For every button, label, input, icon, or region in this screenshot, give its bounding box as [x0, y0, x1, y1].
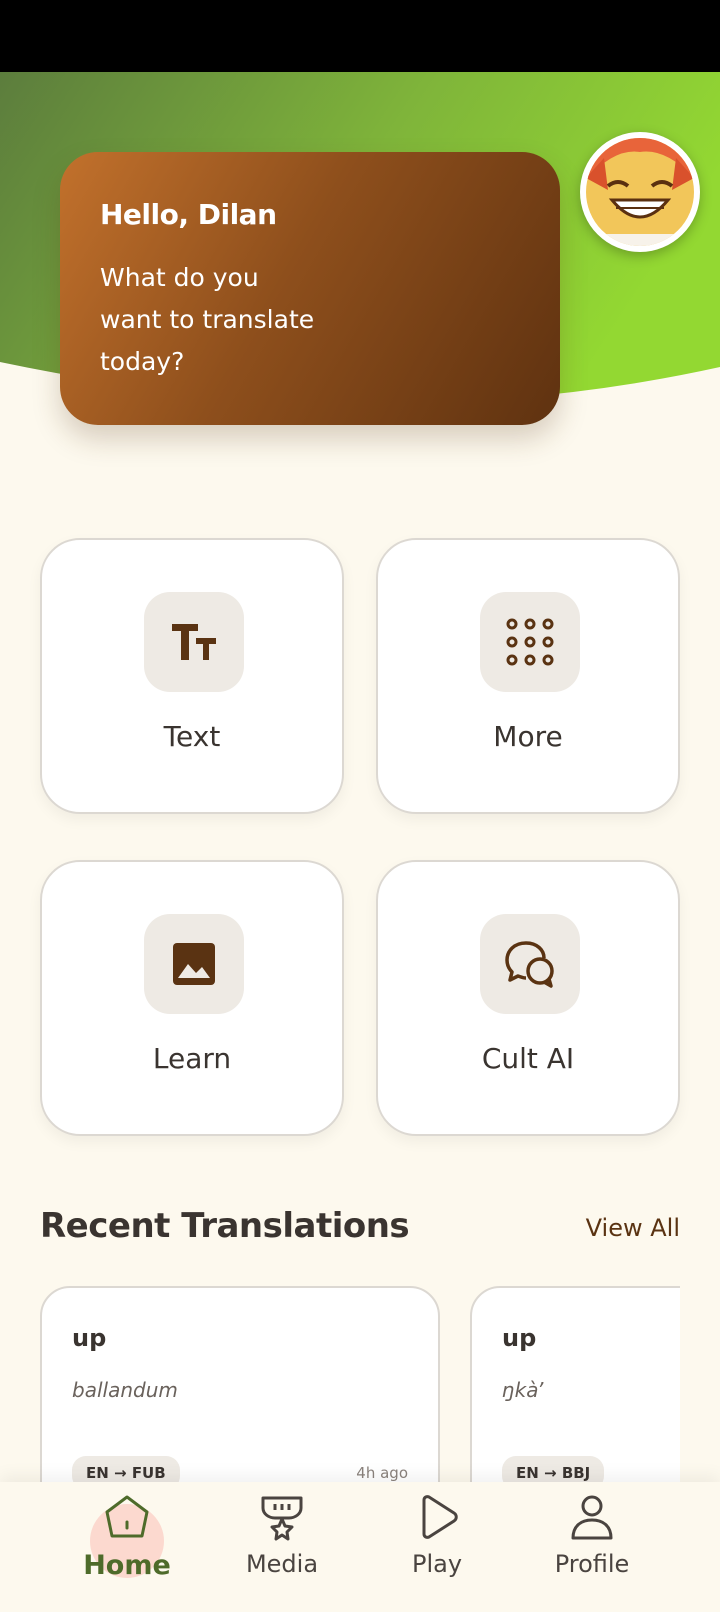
nav-home[interactable]: Home — [47, 1482, 207, 1592]
recent-timestamp: 4h ago — [356, 1464, 408, 1482]
greeting-subtitle: What do you want to translate today? — [100, 263, 315, 376]
tile-label: Text — [163, 720, 221, 753]
nav-label: Profile — [554, 1550, 630, 1578]
tile-more[interactable]: More — [376, 538, 680, 814]
nav-label: Media — [245, 1550, 319, 1578]
recent-translation: ballandum — [72, 1378, 178, 1402]
greeting-title: Hello, Dilan — [100, 198, 277, 231]
recent-word: up — [72, 1324, 107, 1352]
tile-label: Learn — [152, 1042, 232, 1075]
tile-icon-box — [480, 914, 580, 1014]
recent-translations-title: Recent Translations — [40, 1206, 410, 1246]
language-pair-badge: EN → BBJ — [502, 1456, 605, 1482]
tile-cult-ai[interactable]: Cult AI — [376, 860, 680, 1136]
grid-dots-icon — [506, 618, 554, 666]
recent-card[interactable]: up ŋkàʼ EN → BBJ — [470, 1286, 680, 1482]
profile-icon — [571, 1495, 613, 1540]
recent-card[interactable]: up ballandum EN → FUB 4h ago — [40, 1286, 440, 1482]
play-icon — [422, 1495, 458, 1539]
tile-label: More — [493, 720, 563, 753]
tile-icon-box — [480, 592, 580, 692]
tile-icon-box — [144, 592, 244, 692]
greeting-card: Hello, Dilan What do you want to transla… — [60, 152, 560, 425]
recent-translation: ŋkàʼ — [502, 1378, 545, 1402]
avatar[interactable] — [580, 132, 700, 252]
view-all-link[interactable]: View All — [586, 1214, 680, 1242]
recent-translations-list[interactable]: up ballandum EN → FUB 4h ago up ŋkàʼ EN … — [40, 1286, 680, 1482]
media-icon — [261, 1496, 303, 1541]
nav-profile[interactable]: Profile — [512, 1482, 672, 1592]
nav-media[interactable]: Media — [202, 1482, 362, 1592]
tile-icon-box — [144, 914, 244, 1014]
home-icon — [105, 1495, 149, 1538]
nav-label: Play — [411, 1550, 463, 1578]
nav-play[interactable]: Play — [357, 1482, 517, 1592]
chat-bubbles-icon — [505, 941, 554, 988]
status-bar — [0, 0, 720, 72]
tile-label: Cult AI — [481, 1042, 575, 1075]
tile-learn[interactable]: Learn — [40, 860, 344, 1136]
nav-label: Home — [83, 1550, 171, 1581]
image-icon — [173, 943, 215, 985]
recent-word: up — [502, 1324, 537, 1352]
language-pair-badge: EN → FUB — [72, 1456, 180, 1482]
bottom-nav: Home Media Play Profile — [0, 1482, 720, 1612]
tile-text[interactable]: Text — [40, 538, 344, 814]
text-size-icon — [172, 624, 216, 660]
